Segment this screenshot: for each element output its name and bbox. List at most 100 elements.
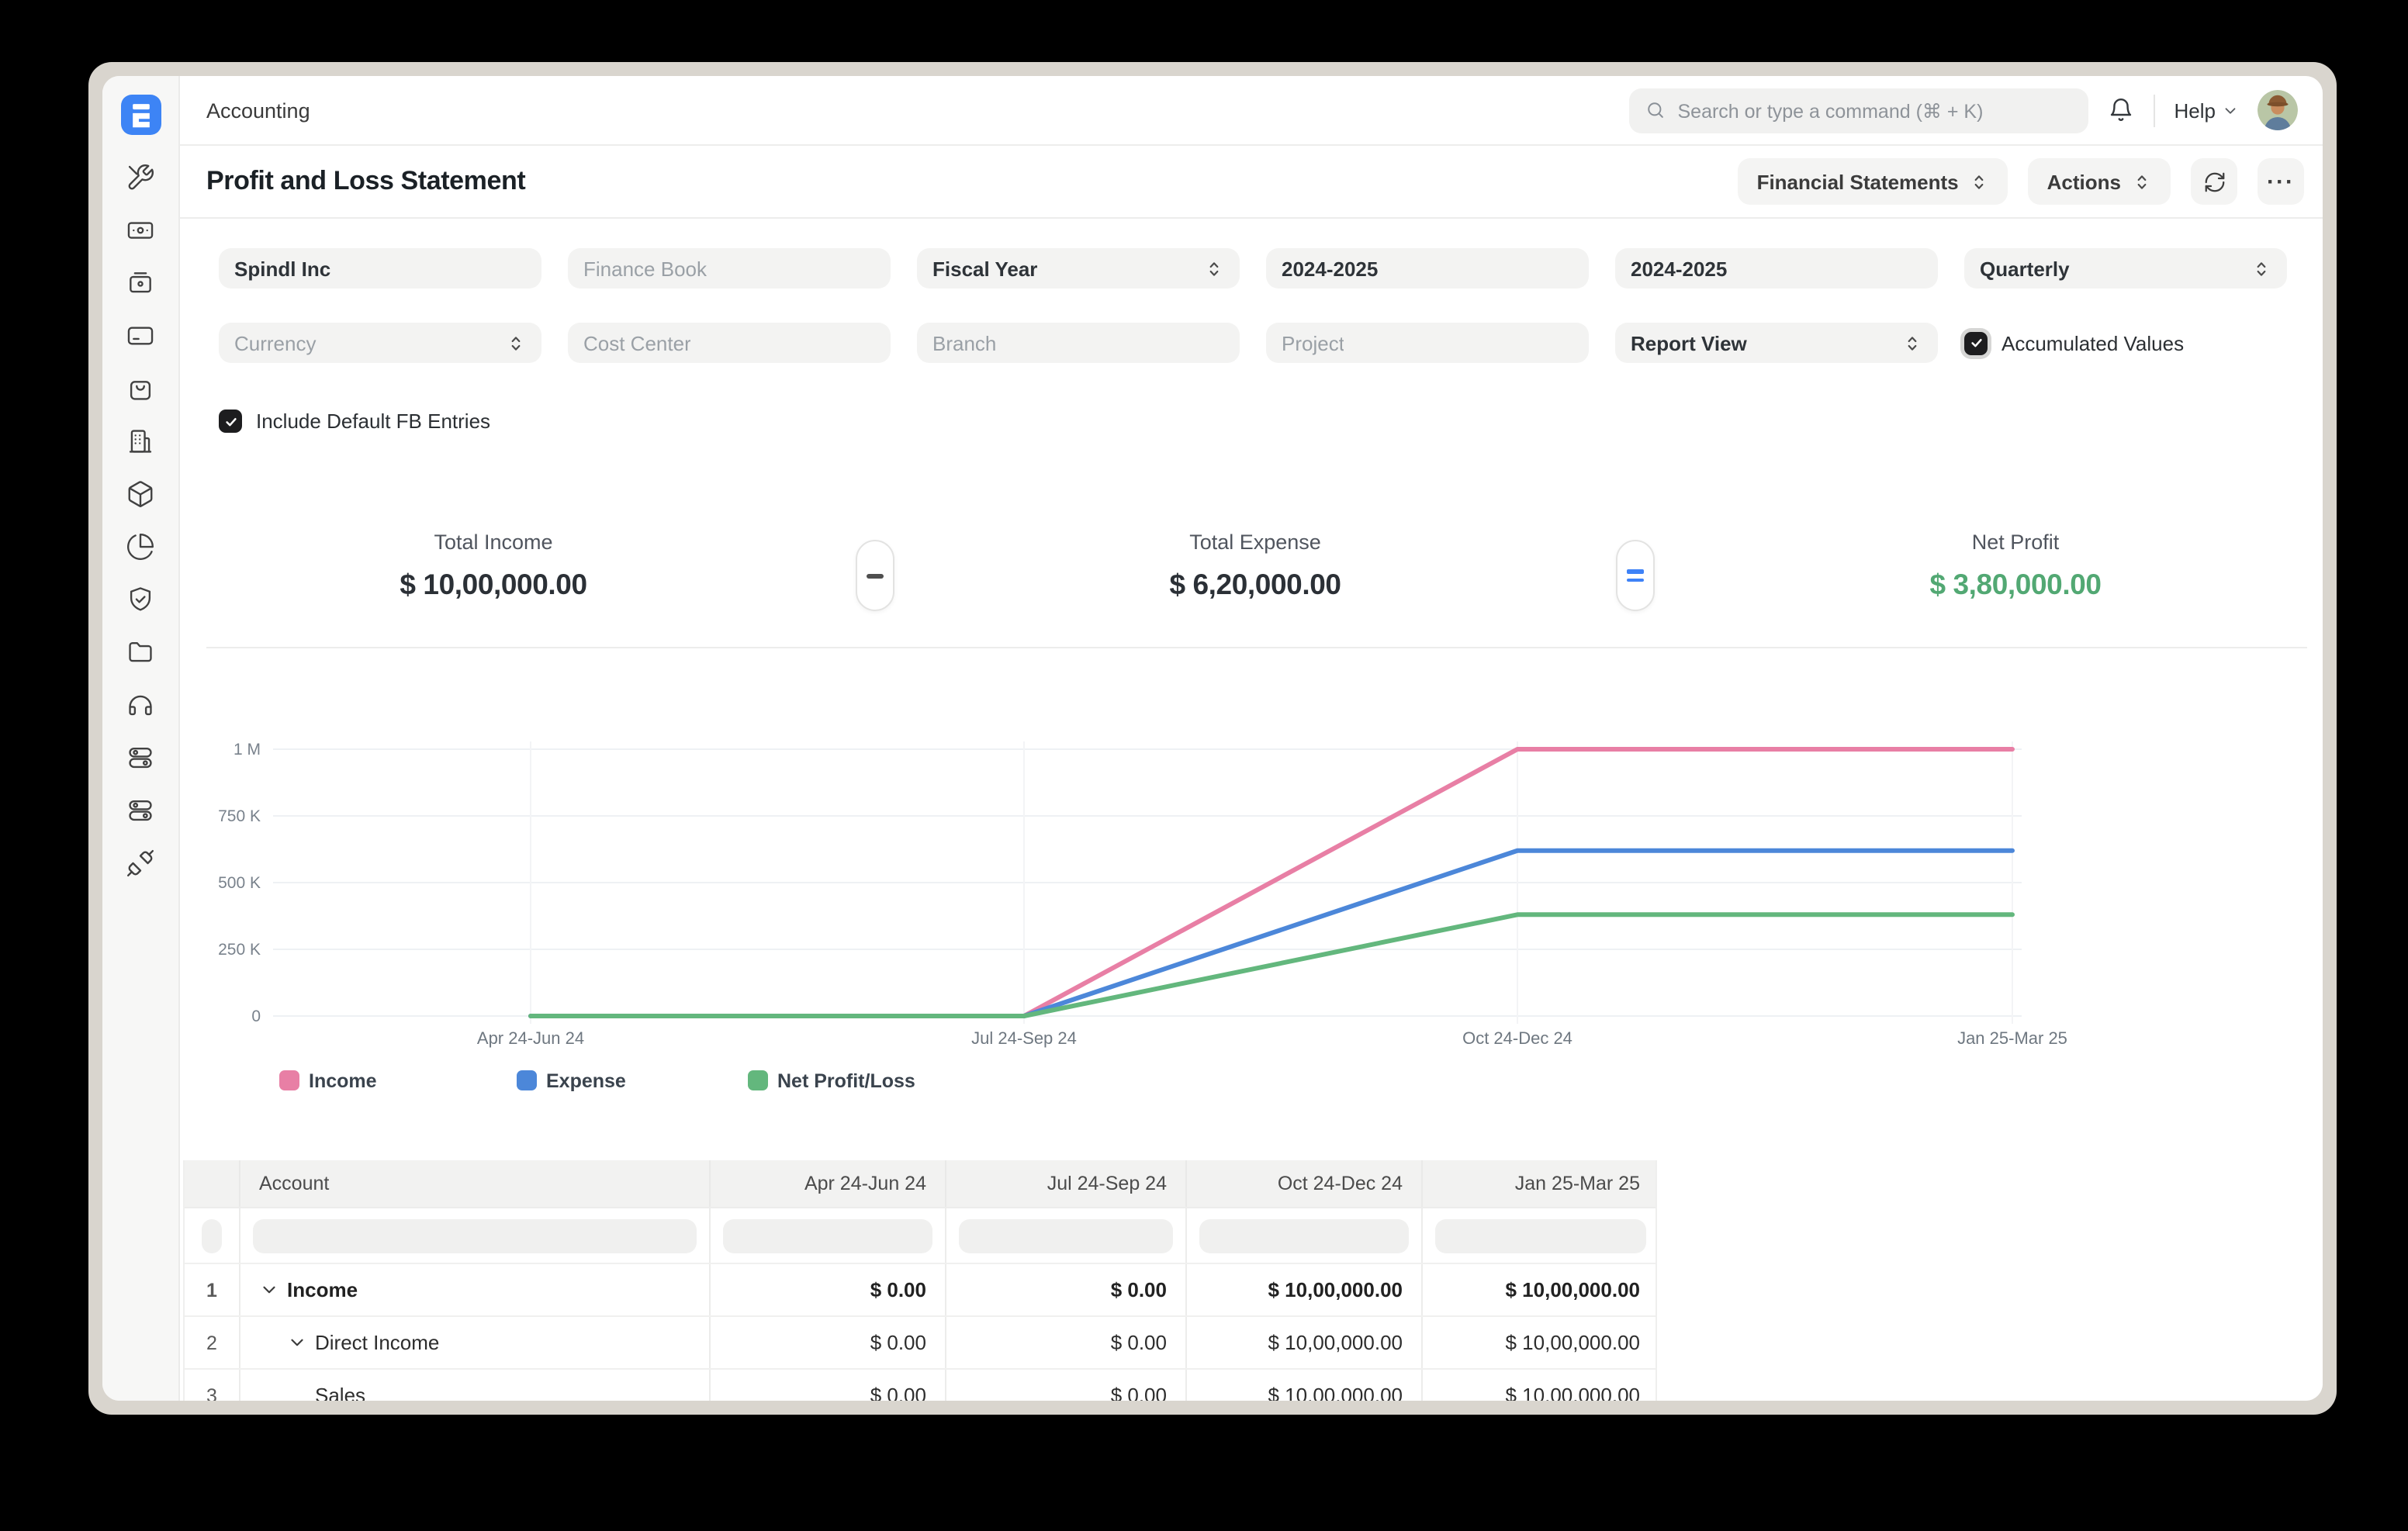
table-row: 1Income$ 0.00$ 0.00$ 10,00,000.00$ 10,00… xyxy=(185,1263,1656,1315)
search-input[interactable]: Search or type a command (⌘ + K) xyxy=(1630,88,2089,133)
account-cell[interactable]: Direct Income xyxy=(240,1317,711,1368)
page-title: Profit and Loss Statement xyxy=(206,166,525,197)
periodicity-select[interactable]: Quarterly xyxy=(1964,248,2287,289)
include-default-fb-checkbox[interactable] xyxy=(219,410,242,433)
row-number: 2 xyxy=(185,1317,240,1368)
account-cell[interactable]: Income xyxy=(240,1264,711,1315)
amount-cell: $ 10,00,000.00 xyxy=(1187,1370,1423,1401)
shield-check-icon[interactable] xyxy=(126,585,155,614)
headset-icon[interactable] xyxy=(126,690,155,720)
net-profit-label: Net Profit xyxy=(1929,530,2101,554)
amount-cell: $ 0.00 xyxy=(711,1317,946,1368)
cost-center-placeholder: Cost Center xyxy=(583,331,691,354)
x-axis-tick: Apr 24-Jun 24 xyxy=(477,1028,584,1048)
pie-chart-icon[interactable] xyxy=(126,532,155,562)
legend-label[interactable]: Expense xyxy=(546,1070,626,1092)
legend-swatch xyxy=(517,1070,537,1090)
column-header[interactable]: Jul 24-Sep 24 xyxy=(946,1160,1187,1207)
help-menu[interactable]: Help xyxy=(2174,98,2240,122)
from-fiscal-year-value: 2024-2025 xyxy=(1282,257,1378,280)
filter-cell xyxy=(240,1208,711,1263)
chevron-up-down-icon xyxy=(1204,258,1224,278)
summary-divider xyxy=(206,647,2307,648)
app-window: Accounting Search or type a command (⌘ +… xyxy=(88,62,2337,1415)
column-filter-input[interactable] xyxy=(723,1218,932,1253)
user-avatar[interactable] xyxy=(2258,90,2298,130)
minus-operator-pill xyxy=(856,540,894,611)
chevron-down-icon xyxy=(2222,102,2239,119)
search-icon xyxy=(1645,99,1667,121)
plug-icon[interactable] xyxy=(126,848,155,878)
chevron-down-icon[interactable] xyxy=(259,1280,279,1300)
finance-book-filter[interactable]: Finance Book xyxy=(568,248,891,289)
actions-dropdown[interactable]: Actions xyxy=(2029,158,2171,205)
branch-placeholder: Branch xyxy=(932,331,996,354)
report-view-select[interactable]: Report View xyxy=(1615,323,1938,363)
column-filter-input[interactable] xyxy=(202,1218,222,1253)
more-options-button[interactable]: ··· xyxy=(2258,158,2304,205)
sidebar xyxy=(102,76,180,1401)
branch-filter[interactable]: Branch xyxy=(917,323,1240,363)
column-header[interactable]: Jan 25-Mar 25 xyxy=(1423,1160,1659,1207)
erpnext-logo-icon[interactable] xyxy=(120,95,161,135)
profit-loss-chart: 0250 K500 K750 K1 MApr 24-Jun 24Jul 24-S… xyxy=(183,714,2107,1126)
y-axis-tick: 0 xyxy=(251,1007,261,1025)
currency-select[interactable]: Currency xyxy=(219,323,541,363)
legend-label[interactable]: Income xyxy=(309,1070,377,1092)
filters: Spindl Inc Finance Book Fiscal Year xyxy=(219,248,2287,363)
column-header[interactable]: Apr 24-Jun 24 xyxy=(711,1160,946,1207)
shopping-bag-icon[interactable] xyxy=(126,374,155,403)
period-based-on-select[interactable]: Fiscal Year xyxy=(917,248,1240,289)
amount-cell: $ 10,00,000.00 xyxy=(1423,1317,1659,1368)
refresh-button[interactable] xyxy=(2191,158,2237,205)
credit-card-icon[interactable] xyxy=(126,321,155,351)
filter-cell xyxy=(1187,1208,1423,1263)
row-number: 3 xyxy=(185,1370,240,1401)
account-cell[interactable]: Sales xyxy=(240,1370,711,1401)
toggles-2-icon[interactable] xyxy=(126,796,155,825)
folder-icon[interactable] xyxy=(126,638,155,667)
column-filter-input[interactable] xyxy=(959,1218,1173,1253)
project-filter[interactable]: Project xyxy=(1266,323,1589,363)
legend-swatch xyxy=(748,1070,768,1090)
column-header[interactable]: Account xyxy=(240,1160,711,1207)
package-icon[interactable] xyxy=(126,479,155,509)
to-fiscal-year-filter[interactable]: 2024-2025 xyxy=(1615,248,1938,289)
financial-statements-dropdown[interactable]: Financial Statements xyxy=(1739,158,2008,205)
from-fiscal-year-filter[interactable]: 2024-2025 xyxy=(1266,248,1589,289)
account-name: Sales xyxy=(315,1384,365,1401)
filter-cell xyxy=(946,1208,1187,1263)
amount-cell: $ 10,00,000.00 xyxy=(1187,1317,1423,1368)
total-income-label: Total Income xyxy=(400,530,586,554)
total-expense-label: Total Expense xyxy=(1169,530,1341,554)
cash-register-icon[interactable] xyxy=(126,268,155,298)
period-based-on-value: Fiscal Year xyxy=(932,257,1037,280)
total-income-value: $ 10,00,000.00 xyxy=(400,568,586,602)
toggles-icon[interactable] xyxy=(126,743,155,772)
column-filter-input[interactable] xyxy=(1435,1218,1646,1253)
chevron-up-down-icon xyxy=(1902,333,1922,353)
column-header[interactable]: Oct 24-Dec 24 xyxy=(1187,1160,1423,1207)
column-filter-input[interactable] xyxy=(1199,1218,1409,1253)
y-axis-tick: 750 K xyxy=(218,807,261,825)
chevron-down-icon[interactable] xyxy=(287,1332,307,1353)
filter-cell xyxy=(185,1208,240,1263)
series-line-expense xyxy=(531,851,2012,1016)
workspace-name[interactable]: Accounting xyxy=(206,98,310,122)
company-filter[interactable]: Spindl Inc xyxy=(219,248,541,289)
table-header-row: AccountApr 24-Jun 24Jul 24-Sep 24Oct 24-… xyxy=(185,1160,1656,1207)
topbar-divider xyxy=(2154,94,2156,126)
column-filter-input[interactable] xyxy=(253,1218,697,1253)
total-income-summary: Total Income $ 10,00,000.00 xyxy=(400,530,586,602)
legend-label[interactable]: Net Profit/Loss xyxy=(777,1070,915,1092)
notifications-bell-icon[interactable] xyxy=(2108,96,2136,124)
chevron-up-down-icon xyxy=(2251,258,2271,278)
banknote-icon[interactable] xyxy=(126,216,155,245)
tools-icon[interactable] xyxy=(126,163,155,192)
x-axis-tick: Jul 24-Sep 24 xyxy=(971,1028,1077,1048)
building-icon[interactable] xyxy=(126,427,155,456)
cost-center-filter[interactable]: Cost Center xyxy=(568,323,891,363)
table-row: 3Sales$ 0.00$ 0.00$ 10,00,000.00$ 10,00,… xyxy=(185,1368,1656,1401)
accumulated-values-checkbox[interactable] xyxy=(1964,331,1988,354)
accumulated-values-label: Accumulated Values xyxy=(2001,331,2184,354)
